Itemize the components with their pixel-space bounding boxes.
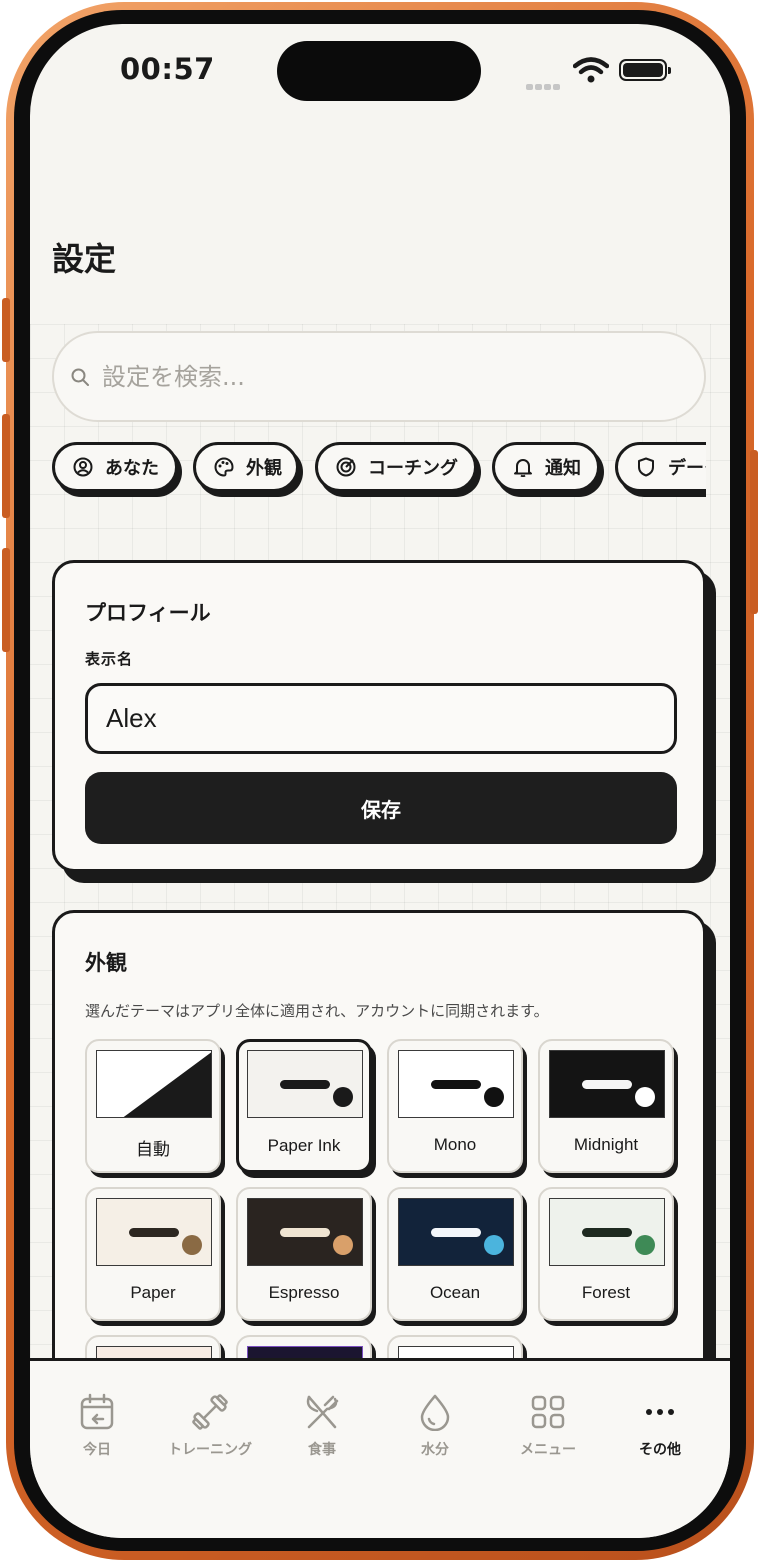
chip-label: あなた bbox=[105, 458, 159, 479]
tab-label: トレーニング bbox=[168, 1442, 252, 1458]
shield-icon bbox=[638, 457, 654, 477]
volume-down-button bbox=[2, 548, 10, 652]
theme-label: Midnight bbox=[573, 1135, 639, 1154]
volume-up-button bbox=[2, 414, 10, 518]
theme-label: Paper Ink bbox=[267, 1136, 341, 1155]
tab-water[interactable]: 水分 bbox=[380, 1393, 490, 1459]
theme-preview bbox=[549, 1050, 665, 1118]
tab-bar: 今日 トレーニング 食事 水分 メニュー その他 bbox=[30, 1358, 730, 1538]
tab-training[interactable]: トレーニング bbox=[155, 1393, 265, 1459]
tab-label: 今日 bbox=[83, 1442, 111, 1458]
wifi-icon bbox=[573, 57, 609, 83]
chip-notifications[interactable]: 通知 bbox=[492, 442, 600, 492]
page-title: 設定 bbox=[52, 240, 117, 278]
theme-preview bbox=[96, 1050, 212, 1118]
display-name-field[interactable] bbox=[85, 683, 677, 754]
tab-label: メニュー bbox=[520, 1442, 576, 1458]
chip-appearance[interactable]: 外観 bbox=[193, 442, 299, 492]
tab-more[interactable]: その他 bbox=[605, 1393, 715, 1459]
tab-today[interactable]: 今日 bbox=[42, 1393, 152, 1459]
save-button[interactable]: 保存 bbox=[85, 772, 677, 844]
grid-icon bbox=[531, 1395, 565, 1429]
theme-label: Ocean bbox=[429, 1283, 481, 1302]
chip-label: コーチング bbox=[368, 458, 458, 479]
theme-paper[interactable]: Paper bbox=[85, 1187, 221, 1321]
theme-midnight[interactable]: Midnight bbox=[538, 1039, 674, 1173]
profile-title: プロフィール bbox=[85, 601, 211, 625]
theme-mono[interactable]: Mono bbox=[387, 1039, 523, 1173]
theme-label: Espresso bbox=[268, 1283, 340, 1302]
utensils-icon bbox=[306, 1395, 339, 1429]
category-chips: あなた 外観 コーチング 通知 デー bbox=[52, 442, 706, 498]
battery-icon bbox=[619, 59, 671, 81]
appearance-description: 選んだテーマはアプリ全体に適用され、アカウントに同期されます。 bbox=[85, 1002, 549, 1020]
theme-label: Paper bbox=[130, 1283, 176, 1302]
tab-menu[interactable]: メニュー bbox=[493, 1393, 603, 1459]
tab-label: 水分 bbox=[421, 1442, 449, 1458]
cellular-signal-icon bbox=[526, 75, 562, 94]
theme-paper-ink[interactable]: Paper Ink bbox=[236, 1039, 372, 1173]
theme-preview bbox=[398, 1050, 514, 1118]
user-circle-icon bbox=[73, 457, 93, 477]
chip-you[interactable]: あなた bbox=[52, 442, 178, 492]
appearance-title: 外観 bbox=[85, 951, 127, 975]
theme-forest[interactable]: Forest bbox=[538, 1187, 674, 1321]
bell-icon bbox=[514, 459, 532, 477]
theme-label: Forest bbox=[581, 1283, 631, 1302]
screen: 00:57 設定 あなた bbox=[30, 24, 730, 1538]
theme-preview bbox=[247, 1050, 363, 1118]
action-button bbox=[2, 298, 10, 362]
theme-preview bbox=[549, 1198, 665, 1266]
profile-card: プロフィール 表示名 保存 bbox=[52, 560, 706, 872]
theme-label: 自動 bbox=[136, 1140, 170, 1159]
tab-label: 食事 bbox=[308, 1442, 336, 1458]
chip-coaching[interactable]: コーチング bbox=[315, 442, 477, 492]
theme-preview bbox=[96, 1198, 212, 1266]
palette-icon bbox=[214, 457, 234, 477]
calendar-icon bbox=[80, 1393, 114, 1430]
theme-espresso[interactable]: Espresso bbox=[236, 1187, 372, 1321]
more-icon bbox=[646, 1409, 674, 1415]
tab-label: その他 bbox=[639, 1442, 681, 1458]
droplet-icon bbox=[420, 1394, 450, 1431]
search-input[interactable] bbox=[102, 362, 662, 391]
theme-preview bbox=[247, 1198, 363, 1266]
status-time: 00:57 bbox=[120, 52, 215, 86]
tab-meals[interactable]: 食事 bbox=[267, 1393, 377, 1459]
target-icon bbox=[336, 457, 356, 477]
theme-preview bbox=[398, 1198, 514, 1266]
dumbbell-icon bbox=[192, 1394, 228, 1430]
chip-label: データ bbox=[668, 458, 706, 479]
display-name-label: 表示名 bbox=[85, 650, 134, 668]
chip-label: 外観 bbox=[246, 458, 282, 479]
search-icon bbox=[71, 368, 89, 386]
chip-label: 通知 bbox=[545, 458, 581, 479]
theme-ocean[interactable]: Ocean bbox=[387, 1187, 523, 1321]
theme-auto[interactable]: 自動 bbox=[85, 1039, 221, 1173]
search-bar[interactable] bbox=[52, 331, 706, 422]
chip-data[interactable]: データ bbox=[615, 442, 706, 492]
power-button bbox=[750, 450, 758, 614]
dynamic-island bbox=[277, 41, 481, 101]
theme-label: Mono bbox=[433, 1135, 477, 1154]
